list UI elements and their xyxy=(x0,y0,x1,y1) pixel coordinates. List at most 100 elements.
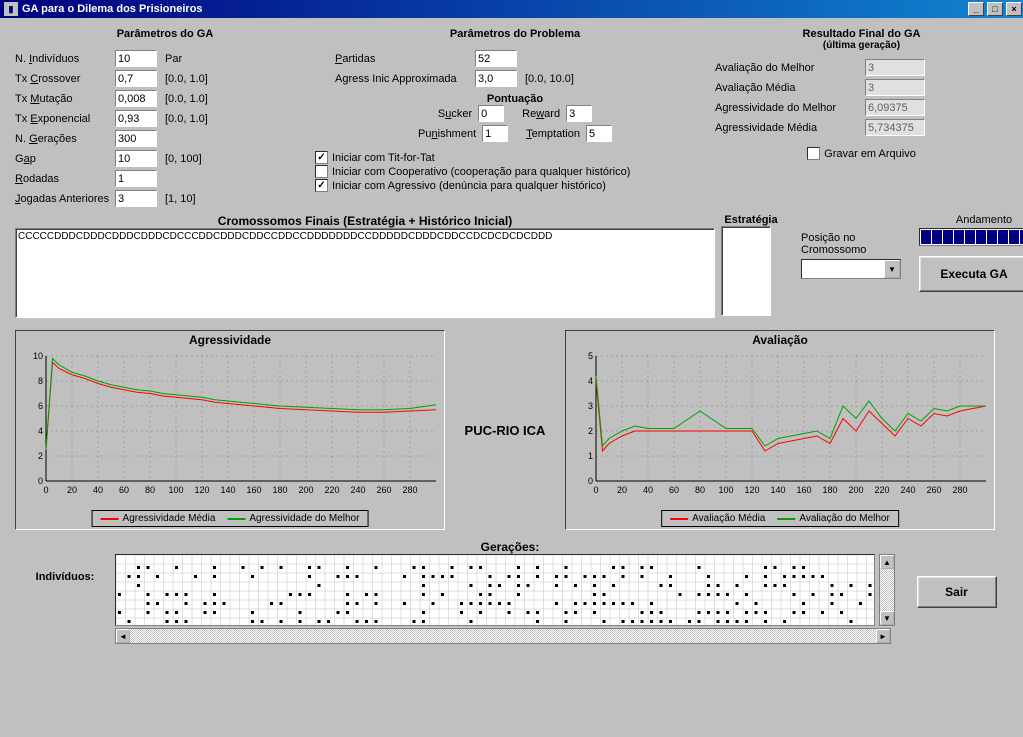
crossover-label: Tx Crossover xyxy=(15,73,115,85)
app-icon: ▮ xyxy=(4,2,18,16)
rodadas-input[interactable] xyxy=(115,170,157,187)
aval-legend: Avaliação Média Avaliação do Melhor xyxy=(661,510,899,527)
reward-input[interactable] xyxy=(566,105,592,122)
posicao-label: Posição no Cromossomo xyxy=(801,232,901,256)
punishment-label: Punishment xyxy=(418,128,476,140)
population-grid[interactable]: ▲ ▼ ◄ ► xyxy=(115,554,895,644)
agressivo-checkbox[interactable]: ✓ xyxy=(315,179,328,192)
maximize-button[interactable]: □ xyxy=(987,2,1003,16)
grid-scroll-vertical[interactable]: ▲ ▼ xyxy=(879,554,895,626)
agress-leg1: Agressividade Média xyxy=(123,513,216,524)
temptation-input[interactable] xyxy=(586,125,612,142)
punishment-input[interactable] xyxy=(482,125,508,142)
svg-text:0: 0 xyxy=(43,485,48,495)
agressividade-chart: Agressividade 02468100204060801001201401… xyxy=(15,330,445,530)
scroll-down-icon[interactable]: ▼ xyxy=(880,611,894,625)
jogadas-label: Jogadas Anteriores xyxy=(15,193,115,205)
svg-text:180: 180 xyxy=(822,485,837,495)
exp-range: [0.0, 1.0] xyxy=(165,113,208,125)
scroll-up-icon[interactable]: ▲ xyxy=(880,555,894,569)
geracoes-input[interactable] xyxy=(115,130,157,147)
jogadas-input[interactable] xyxy=(115,190,157,207)
svg-text:40: 40 xyxy=(93,485,103,495)
estrategia-box xyxy=(721,226,771,316)
results-title: Resultado Final do GA xyxy=(715,28,1008,40)
geracoes-label: N. Gerações xyxy=(15,133,115,145)
sucker-input[interactable] xyxy=(478,105,504,122)
svg-text:120: 120 xyxy=(744,485,759,495)
individuos-label: N. Indivíduos xyxy=(15,53,115,65)
gap-range: [0, 100] xyxy=(165,153,202,165)
svg-text:40: 40 xyxy=(643,485,653,495)
crossover-range: [0.0, 1.0] xyxy=(165,73,208,85)
sair-button[interactable]: Sair xyxy=(917,576,997,608)
estrategia-label: Estratégia xyxy=(721,214,781,226)
agress-melhor-output xyxy=(865,99,925,116)
svg-text:0: 0 xyxy=(588,476,593,486)
svg-text:240: 240 xyxy=(350,485,365,495)
cromossomos-content: CCCCCDDDCDDDCDDDCDDDCDCCCDDCDDDCDDCCDDCC… xyxy=(18,231,552,242)
individuos-axis-label: Indivíduos: xyxy=(15,571,115,583)
avaliacao-chart: Avaliação 012345020406080100120140160180… xyxy=(565,330,995,530)
executa-button[interactable]: Executa GA xyxy=(919,256,1023,292)
coop-checkbox[interactable] xyxy=(315,165,328,178)
progress-bar xyxy=(919,228,1023,246)
titfortat-checkbox[interactable]: ✓ xyxy=(315,151,328,164)
svg-text:200: 200 xyxy=(298,485,313,495)
aval-leg2: Avaliação do Melhor xyxy=(799,513,889,524)
agress-chart-title: Agressividade xyxy=(16,331,444,349)
aval-media-output xyxy=(865,79,925,96)
gap-input[interactable] xyxy=(115,150,157,167)
minimize-button[interactable]: _ xyxy=(968,2,984,16)
svg-text:20: 20 xyxy=(617,485,627,495)
scroll-left-icon[interactable]: ◄ xyxy=(116,629,130,643)
posicao-combobox[interactable]: ▼ xyxy=(801,259,901,279)
agress-legend: Agressividade Média Agressividade do Mel… xyxy=(92,510,369,527)
exp-input[interactable] xyxy=(115,110,157,127)
svg-text:220: 220 xyxy=(324,485,339,495)
agress-leg2: Agressividade do Melhor xyxy=(249,513,359,524)
svg-text:120: 120 xyxy=(194,485,209,495)
svg-text:100: 100 xyxy=(718,485,733,495)
gravar-label: Gravar em Arquivo xyxy=(824,148,916,160)
svg-text:160: 160 xyxy=(796,485,811,495)
crossover-input[interactable] xyxy=(115,70,157,87)
close-button[interactable]: × xyxy=(1006,2,1022,16)
svg-text:2: 2 xyxy=(588,426,593,436)
svg-text:10: 10 xyxy=(33,351,43,361)
mutacao-range: [0.0, 1.0] xyxy=(165,93,208,105)
titlebar: ▮ GA para o Dilema dos Prisioneiros _ □ … xyxy=(0,0,1023,18)
agress-media-label: Agressividade Média xyxy=(715,122,865,134)
svg-text:260: 260 xyxy=(376,485,391,495)
svg-text:8: 8 xyxy=(38,376,43,386)
rodadas-label: Rodadas xyxy=(15,173,115,185)
partidas-input[interactable] xyxy=(475,50,517,67)
grid-scroll-horizontal[interactable]: ◄ ► xyxy=(115,628,891,644)
svg-text:280: 280 xyxy=(402,485,417,495)
mutacao-input[interactable] xyxy=(115,90,157,107)
partidas-label: Partidas xyxy=(335,53,475,65)
reward-label: Reward xyxy=(522,108,560,120)
svg-text:60: 60 xyxy=(119,485,129,495)
svg-text:4: 4 xyxy=(588,376,593,386)
andamento-label: Andamento xyxy=(919,214,1023,226)
aval-leg1: Avaliação Média xyxy=(692,513,765,524)
svg-text:2: 2 xyxy=(38,451,43,461)
svg-text:4: 4 xyxy=(38,426,43,436)
svg-text:3: 3 xyxy=(588,401,593,411)
gravar-checkbox[interactable] xyxy=(807,147,820,160)
cromossomos-textarea[interactable]: CCCCCDDDCDDDCDDDCDDDCDCCCDDCDDDCDDCCDDCC… xyxy=(15,228,715,318)
svg-text:80: 80 xyxy=(695,485,705,495)
results-subtitle: (última geração) xyxy=(715,40,1008,51)
agressivo-label: Iniciar com Agressivo (denúncia para qua… xyxy=(332,180,606,192)
svg-text:140: 140 xyxy=(220,485,235,495)
svg-text:240: 240 xyxy=(900,485,915,495)
svg-text:20: 20 xyxy=(67,485,77,495)
pontuacao-title: Pontuação xyxy=(315,93,715,105)
svg-text:0: 0 xyxy=(593,485,598,495)
scroll-right-icon[interactable]: ► xyxy=(876,629,890,643)
agress-inic-input[interactable] xyxy=(475,70,517,87)
ga-params-title: Parâmetros do GA xyxy=(15,28,315,40)
svg-text:5: 5 xyxy=(588,351,593,361)
individuos-input[interactable] xyxy=(115,50,157,67)
